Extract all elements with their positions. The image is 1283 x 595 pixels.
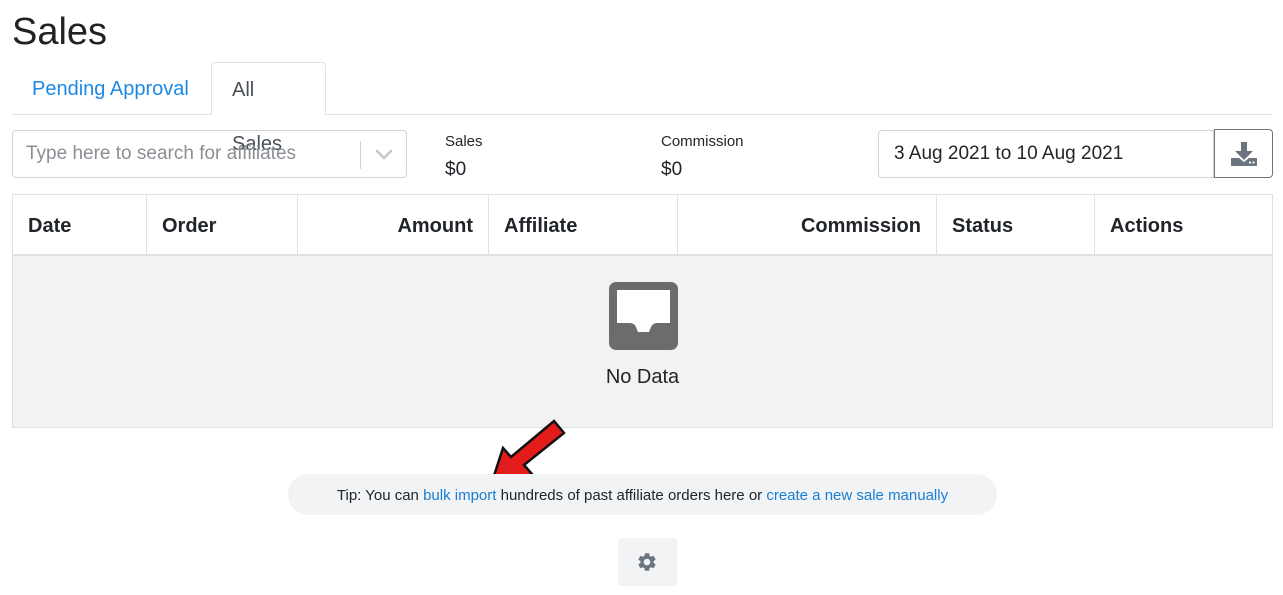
column-header-status[interactable]: Status xyxy=(937,195,1095,254)
affiliate-search-select[interactable] xyxy=(12,130,407,178)
download-icon xyxy=(1231,142,1257,166)
tip-banner: Tip: You can bulk import hundreds of pas… xyxy=(288,474,997,515)
create-sale-link[interactable]: create a new sale manually xyxy=(766,487,948,504)
page-title: Sales xyxy=(12,11,108,53)
commission-stat: Commission $0 xyxy=(661,132,744,183)
column-header-actions: Actions xyxy=(1110,215,1184,237)
sales-table: Date Order Amount Affiliate Commission S… xyxy=(12,194,1273,428)
bulk-import-link[interactable]: bulk import xyxy=(423,487,496,504)
affiliate-search-input[interactable] xyxy=(13,131,358,177)
tab-all-sales[interactable]: All Sales xyxy=(211,62,326,155)
sales-stat: Sales $0 xyxy=(445,132,483,183)
commission-stat-label: Commission xyxy=(661,133,744,150)
column-header-date[interactable]: Date xyxy=(13,195,147,254)
date-range-input[interactable] xyxy=(879,131,1213,177)
settings-button[interactable] xyxy=(618,538,677,586)
tab-bar: Pending Approval All Sales xyxy=(12,62,1273,155)
tip-text-prefix: Tip: You can xyxy=(336,487,424,504)
empty-state-text: No Data xyxy=(605,366,680,388)
column-header-order[interactable]: Order xyxy=(147,195,298,254)
column-header-affiliate[interactable]: Affiliate xyxy=(489,195,678,254)
tab-pending-approval[interactable]: Pending Approval xyxy=(12,62,211,114)
table-header: Date Order Amount Affiliate Commission S… xyxy=(13,195,1272,256)
column-header-commission[interactable]: Commission xyxy=(678,195,937,254)
chevron-down-icon[interactable] xyxy=(373,143,395,165)
inbox-icon xyxy=(609,282,678,350)
column-header-amount[interactable]: Amount xyxy=(298,195,489,254)
date-range-field[interactable] xyxy=(878,130,1214,178)
tip-text-middle: hundreds of past affiliate orders here o… xyxy=(496,487,767,504)
commission-stat-value: $0 xyxy=(661,159,683,180)
table-empty-state: No Data xyxy=(13,256,1272,427)
gear-icon xyxy=(638,553,656,571)
download-button[interactable] xyxy=(1214,129,1273,178)
sales-stat-label: Sales xyxy=(445,133,483,150)
select-separator xyxy=(360,141,361,169)
sales-stat-value: $0 xyxy=(445,159,467,180)
